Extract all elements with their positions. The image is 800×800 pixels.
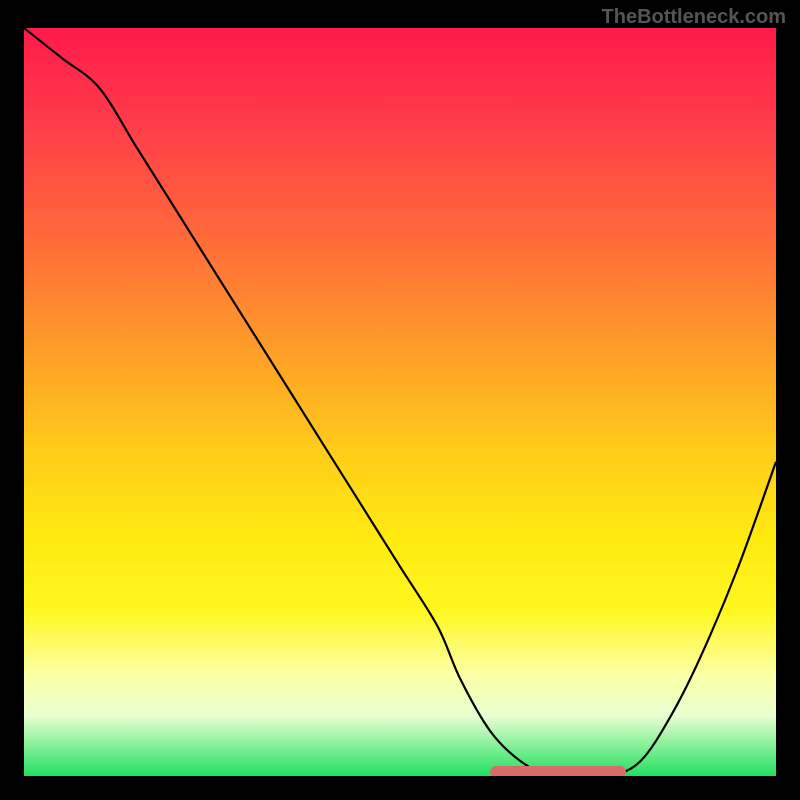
- bottleneck-curve-path: [24, 28, 776, 776]
- plot-area: [24, 28, 776, 776]
- watermark-text: TheBottleneck.com: [602, 6, 786, 29]
- curve-svg: [24, 28, 776, 776]
- highlight-segment: [490, 766, 625, 776]
